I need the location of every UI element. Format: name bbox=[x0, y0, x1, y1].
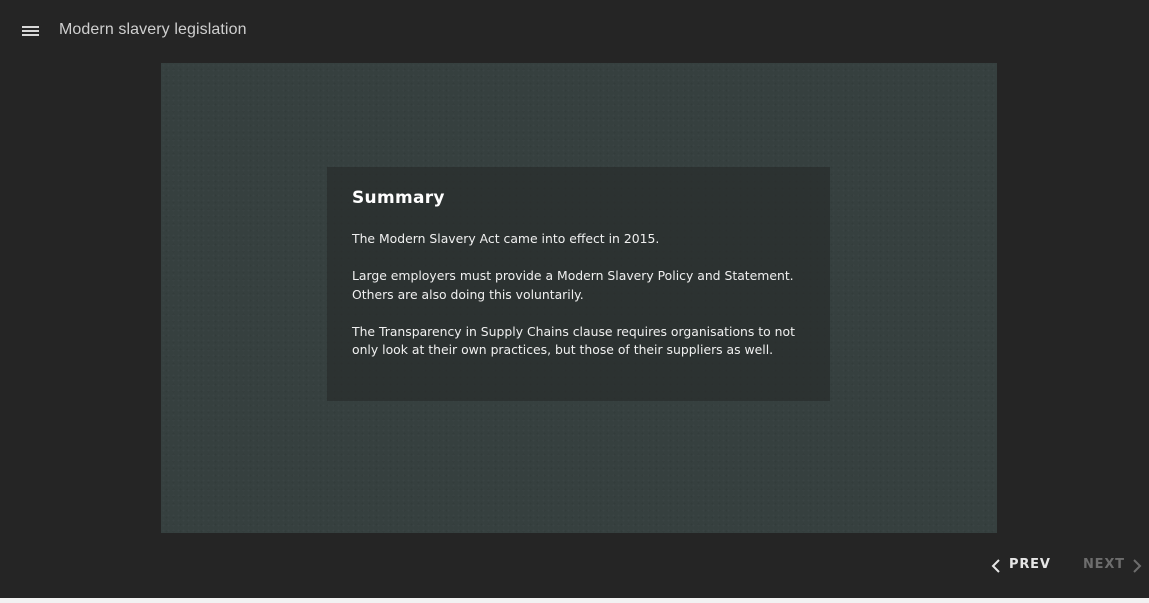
top-bar: Modern slavery legislation bbox=[0, 0, 1149, 62]
slide-paragraph: Large employers must provide a Modern Sl… bbox=[352, 268, 794, 302]
next-button[interactable]: NEXT bbox=[1083, 553, 1143, 577]
summary-card: Summary The Modern Slavery Act came into… bbox=[327, 167, 830, 401]
slide-paragraph: The Modern Slavery Act came into effect … bbox=[352, 231, 660, 246]
next-label: NEXT bbox=[1083, 557, 1125, 572]
slide-body: The Modern Slavery Act came into effect … bbox=[352, 230, 812, 378]
chevron-right-icon bbox=[1133, 559, 1142, 573]
hamburger-menu-icon[interactable] bbox=[20, 22, 42, 40]
menu-bar-line bbox=[22, 26, 39, 28]
prev-label: PREV bbox=[1009, 557, 1051, 572]
course-title: Modern slavery legislation bbox=[59, 21, 247, 38]
slide-paragraph: The Transparency in Supply Chains clause… bbox=[352, 323, 795, 358]
slide-area: Summary The Modern Slavery Act came into… bbox=[161, 63, 997, 533]
menu-bar-line bbox=[22, 34, 39, 36]
chevron-left-icon bbox=[991, 559, 1000, 573]
slide-heading: Summary bbox=[352, 188, 445, 208]
prev-button[interactable]: PREV bbox=[990, 553, 1051, 577]
menu-bar-line bbox=[22, 30, 39, 32]
app-window: Modern slavery legislation Summary The M… bbox=[0, 0, 1149, 598]
